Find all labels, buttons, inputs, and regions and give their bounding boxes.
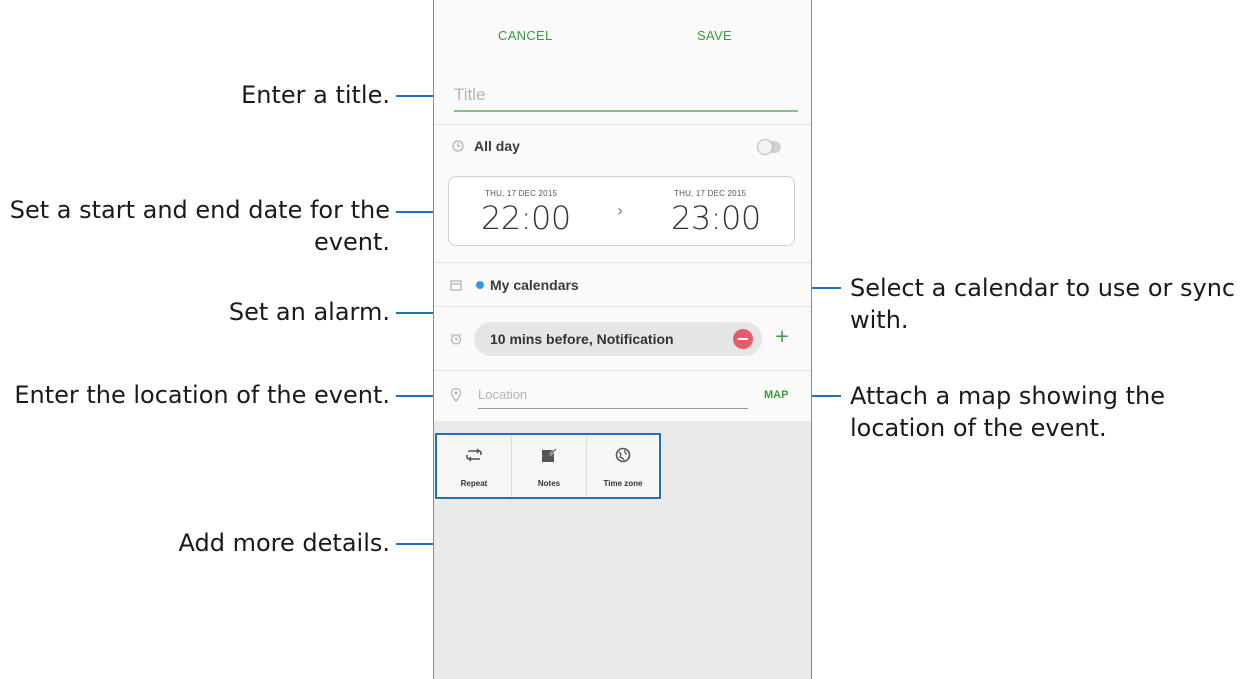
more-details-group: Repeat Notes Time zone [435, 433, 661, 499]
repeat-button[interactable]: Repeat [437, 435, 512, 497]
notes-button[interactable]: Notes [512, 435, 587, 497]
map-button[interactable]: MAP [764, 389, 788, 401]
add-alarm-button[interactable]: + [771, 326, 793, 348]
callout-map: Attach a map showing the location of the… [850, 380, 1250, 444]
callout-alarm-text: Set an alarm. [228, 298, 390, 326]
event-form: CANCEL SAVE Title All day THU, 17 DEC 20… [434, 0, 811, 421]
chevron-right-icon: › [617, 201, 624, 220]
divider [434, 262, 811, 263]
divider [434, 306, 811, 307]
callout-dates-line1: Set a start and end date for the [9, 196, 390, 224]
callout-details-text: Add more details. [178, 529, 390, 557]
cancel-button[interactable]: CANCEL [498, 28, 553, 43]
callout-location: Enter the location of the event. [0, 379, 390, 411]
callout-dates: Set a start and end date for the event. [0, 194, 390, 258]
callout-dates-line2: event. [314, 228, 390, 256]
callout-title: Enter a title. [0, 79, 390, 111]
callout-alarm: Set an alarm. [0, 296, 390, 328]
callout-title-text: Enter a title. [241, 81, 390, 109]
end-time[interactable]: 23:00 [671, 199, 761, 237]
notes-icon [512, 447, 586, 467]
remove-alarm-button[interactable]: − [733, 329, 753, 349]
calendar-selector[interactable]: My calendars [490, 277, 579, 293]
end-date[interactable]: THU, 17 DEC 2015 [674, 189, 746, 198]
alarm-label: 10 mins before, Notification [490, 331, 674, 347]
callout-map-line1: Attach a map showing the [850, 382, 1165, 410]
calendar-icon [450, 279, 462, 294]
toggle-knob [757, 139, 773, 155]
calendar-color-dot [476, 281, 484, 289]
location-input[interactable]: Location [478, 384, 748, 409]
start-date[interactable]: THU, 17 DEC 2015 [485, 189, 557, 198]
callout-calendar-line1: Select a calendar to use or sync [850, 274, 1236, 302]
callout-location-text: Enter the location of the event. [14, 381, 390, 409]
clock-icon [452, 140, 464, 155]
repeat-icon [437, 447, 511, 467]
globe-icon [587, 447, 659, 467]
callout-map-line2: location of the event. [850, 414, 1107, 442]
alarm-clock-icon [450, 333, 462, 348]
callout-calendar-line2: with. [850, 306, 909, 334]
title-input[interactable]: Title [454, 80, 798, 112]
time-zone-button[interactable]: Time zone [587, 435, 659, 497]
phone-screen: CANCEL SAVE Title All day THU, 17 DEC 20… [433, 0, 812, 679]
divider [434, 124, 811, 125]
all-day-label: All day [474, 138, 520, 154]
save-button[interactable]: SAVE [697, 28, 732, 43]
start-time[interactable]: 22:00 [481, 199, 571, 237]
notes-label: Notes [537, 479, 561, 488]
time-zone-label: Time zone [603, 479, 643, 488]
repeat-label: Repeat [460, 479, 488, 488]
alarm-selector[interactable]: 10 mins before, Notification − [474, 322, 762, 356]
callout-details: Add more details. [0, 527, 390, 559]
all-day-toggle[interactable] [757, 139, 781, 155]
callout-calendar: Select a calendar to use or sync with. [850, 272, 1250, 336]
location-pin-icon [450, 387, 462, 405]
divider [434, 370, 811, 371]
date-time-card: THU, 17 DEC 2015 22:00 › THU, 17 DEC 201… [448, 176, 795, 246]
